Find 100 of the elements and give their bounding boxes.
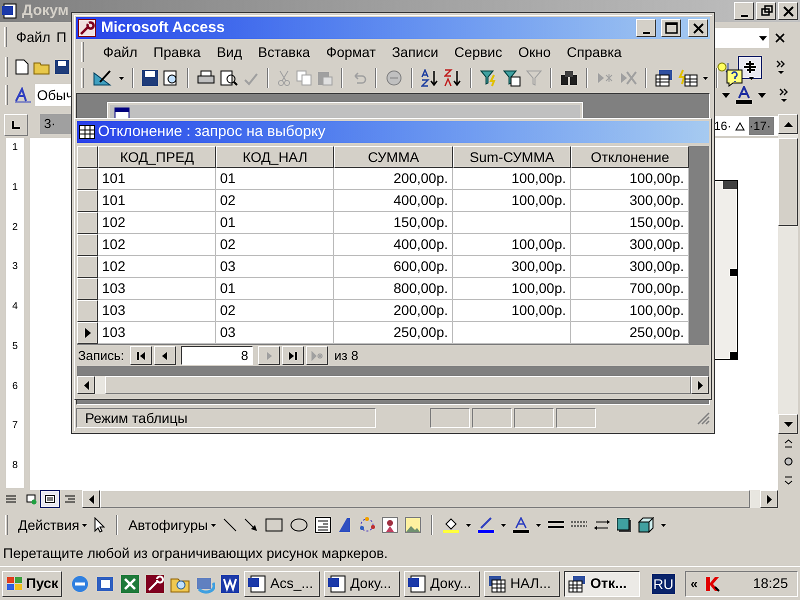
binoculars-icon[interactable] [560, 70, 578, 86]
spreadsheet-icon[interactable] [120, 574, 140, 594]
row-selector[interactable] [77, 168, 98, 190]
image-icon[interactable] [405, 517, 421, 533]
previous-record-button[interactable] [154, 346, 176, 365]
menu-item[interactable]: Файл [16, 26, 50, 48]
search-icon[interactable] [163, 70, 179, 86]
dropdown-icon[interactable] [119, 76, 124, 80]
dropdown-icon[interactable] [501, 524, 506, 526]
language-indicator[interactable]: RU [652, 574, 675, 594]
last-record-button[interactable] [282, 346, 304, 365]
more-icon[interactable] [776, 60, 786, 74]
indent-marker-icon[interactable] [735, 122, 746, 130]
key-icon[interactable] [78, 19, 96, 37]
column-header[interactable]: Отклонение [571, 146, 689, 168]
grid-toggle-button[interactable] [738, 56, 762, 78]
line-style-icon[interactable] [548, 519, 564, 531]
actions-menu-button[interactable]: Действия [18, 514, 88, 536]
filter-selection-icon[interactable] [480, 69, 498, 87]
copy-icon[interactable] [296, 70, 312, 86]
menu-item[interactable]: Записи [392, 42, 438, 62]
taskbar-button[interactable]: Acs_... [244, 570, 320, 596]
key-icon[interactable] [145, 574, 166, 594]
column-header[interactable]: СУММА [334, 146, 453, 168]
scroll-thumb[interactable] [778, 138, 798, 226]
save-icon[interactable] [142, 70, 158, 86]
resize-grip-icon[interactable] [696, 411, 710, 425]
pointer-icon[interactable] [94, 517, 106, 533]
vertical-scrollbar[interactable] [778, 114, 798, 490]
taskbar-button[interactable]: Доку... [404, 570, 480, 596]
new-document-icon[interactable] [15, 59, 29, 75]
dropdown-icon[interactable] [661, 524, 666, 526]
next-record-button[interactable] [258, 346, 280, 365]
filter-form-icon[interactable] [503, 69, 521, 87]
text-box-icon[interactable] [315, 517, 331, 533]
column-header[interactable]: КОД_ПРЕД [98, 146, 216, 168]
help-icon[interactable] [726, 69, 744, 87]
document-icon[interactable] [220, 574, 240, 594]
column-header[interactable]: КОД_НАЛ [216, 146, 334, 168]
browse-object-icon[interactable] [784, 457, 792, 466]
more-icon[interactable] [779, 88, 789, 102]
close-button[interactable] [778, 2, 798, 20]
row-selector[interactable] [77, 322, 98, 344]
tray-expand-button[interactable]: « [690, 574, 698, 594]
oval-icon[interactable] [290, 518, 308, 532]
record-number-field[interactable]: 8 [181, 346, 254, 365]
select-all-button[interactable] [77, 146, 98, 168]
rectangle-icon[interactable] [265, 518, 283, 532]
autoshapes-menu-button[interactable]: Автофигуры [128, 514, 216, 536]
print-preview-icon[interactable] [220, 70, 238, 86]
dropdown-icon[interactable] [703, 76, 708, 80]
menu-item[interactable]: Правка [153, 42, 201, 62]
sort-descending-icon[interactable] [444, 69, 462, 87]
antivirus-icon[interactable] [704, 576, 720, 592]
dropdown-icon[interactable] [466, 524, 471, 526]
three-d-icon[interactable] [638, 517, 654, 533]
taskbar-button[interactable]: НАЛ... [484, 570, 560, 596]
design-view-icon[interactable] [92, 69, 114, 87]
database-window-icon[interactable] [655, 69, 673, 87]
taskbar-button[interactable]: Отк... [564, 570, 640, 596]
dropdown-icon[interactable] [536, 524, 541, 526]
menu-item[interactable]: Вставка [258, 42, 310, 62]
wordart-icon[interactable] [338, 517, 352, 533]
menu-item[interactable]: Справка [566, 42, 622, 62]
print-layout-view-button[interactable] [40, 490, 60, 508]
menu-item[interactable]: Сервис [454, 42, 502, 62]
row-selector[interactable] [77, 190, 98, 212]
menu-item[interactable]: Окно [518, 42, 551, 62]
row-selector[interactable] [77, 212, 98, 234]
line-icon[interactable] [223, 518, 237, 532]
style-icon[interactable] [14, 87, 32, 103]
minimize-button[interactable] [636, 19, 656, 37]
arrow-style-icon[interactable] [594, 519, 610, 531]
dropdown-icon[interactable] [722, 92, 730, 98]
menu-item[interactable]: Вид [216, 42, 242, 62]
taskbar-button[interactable]: Доку... [324, 570, 400, 596]
row-selector[interactable] [77, 300, 98, 322]
column-header[interactable]: Sum-СУММА [453, 146, 571, 168]
restore-button[interactable] [756, 2, 776, 20]
close-icon[interactable] [775, 33, 785, 43]
new-object-icon[interactable] [678, 69, 698, 87]
dropdown-icon[interactable] [758, 92, 766, 98]
document-icon[interactable] [2, 3, 18, 19]
shadow-icon[interactable] [617, 518, 631, 532]
arrow-icon[interactable] [244, 518, 258, 532]
start-button[interactable]: Пуск [2, 570, 62, 596]
question-field[interactable] [714, 28, 769, 48]
sort-ascending-icon[interactable] [421, 69, 439, 87]
font-color-icon[interactable] [513, 517, 529, 533]
embedded-object-frame[interactable] [714, 180, 738, 360]
clip-art-icon[interactable] [382, 517, 398, 533]
printer-icon[interactable] [197, 70, 215, 86]
line-color-icon[interactable] [478, 517, 494, 533]
menu-item[interactable]: Формат [326, 42, 376, 62]
dropdown-icon[interactable] [749, 76, 754, 80]
font-color-icon[interactable] [735, 86, 753, 104]
menu-item[interactable]: П [56, 26, 66, 48]
previous-page-icon[interactable] [784, 438, 792, 448]
fill-color-icon[interactable] [443, 517, 459, 533]
menu-item[interactable]: Файл [103, 42, 138, 62]
